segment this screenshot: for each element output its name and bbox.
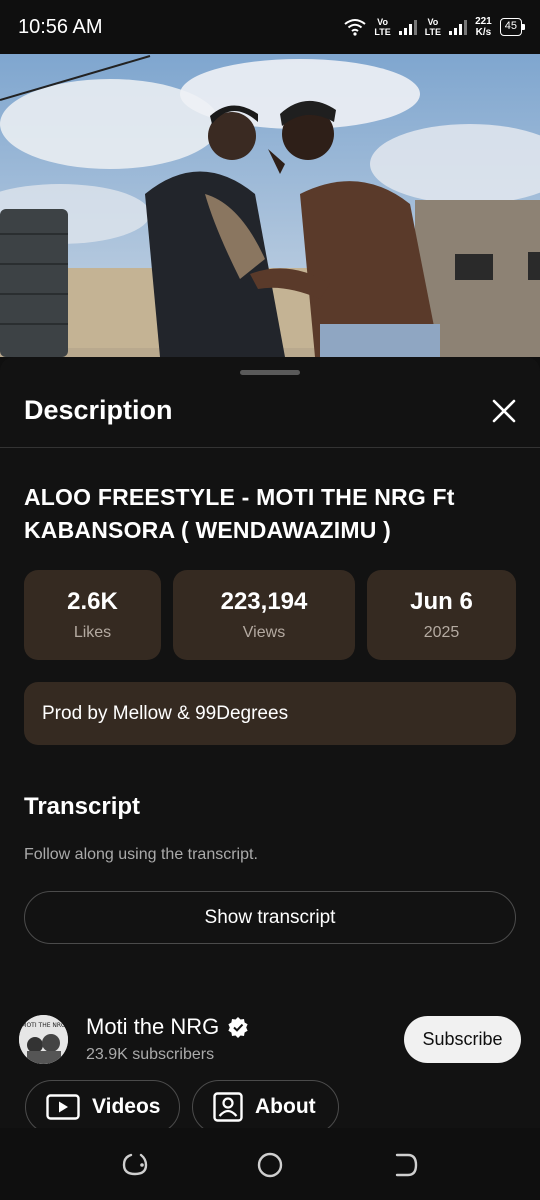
description-sheet: Description ALOO FREESTYLE - MOTI THE NR… [0,357,540,1200]
publish-date: Jun 6 [410,588,473,615]
status-bar: 10:56 AM Vo LTE Vo LTE 221 K/s 45 [0,0,540,54]
views-count: 223,194 [220,588,308,615]
videos-chip[interactable]: Videos [25,1080,180,1134]
video-title: ALOO FREESTYLE - MOTI THE NRG Ft KABANSO… [24,484,455,543]
transcript-hint: Follow along using the transcript. [24,846,258,863]
about-chip-label: About [255,1095,316,1118]
date-stat: Jun 6 2025 [367,570,516,660]
publish-year: 2025 [423,624,460,641]
channel-name-row[interactable]: Moti the NRG [86,1014,249,1040]
recents-icon [122,1153,148,1176]
back-button[interactable] [390,1150,420,1180]
subscriber-count: 23.9K subscribers [86,1046,215,1063]
home-button[interactable] [255,1150,285,1180]
description-text[interactable]: Prod by Mellow & 99Degrees [24,682,516,745]
subscribe-button[interactable]: Subscribe [404,1016,521,1063]
wifi-icon [344,19,366,36]
status-indicators: Vo LTE Vo LTE 221 K/s 45 [344,16,526,38]
close-icon [492,399,516,423]
transcript-title: Transcript [24,793,141,820]
back-icon [395,1153,418,1177]
avatar[interactable]: MOTI THE NRG [19,1015,68,1064]
likes-stat: 2.6K Likes [24,570,161,660]
sim2-network: Vo LTE [424,17,442,37]
avatar-logo-text: MOTI THE NRG [21,1022,66,1029]
sim2-signal-icon [449,19,468,35]
play-box-icon [46,1094,80,1120]
channel-avatar-image: MOTI THE NRG [19,1015,68,1064]
verified-icon [228,1017,248,1038]
status-time: 10:56 AM [18,15,103,38]
drag-handle[interactable] [240,370,300,375]
views-label: Views [242,624,286,641]
video-frame [0,54,540,357]
home-icon [257,1152,283,1178]
network-speed: 221 K/s [475,16,492,38]
likes-count: 2.6K [67,588,118,615]
close-button[interactable] [484,391,524,431]
views-stat: 223,194 Views [173,570,355,660]
show-transcript-button[interactable]: Show transcript [24,891,516,944]
battery-icon: 45 [499,18,526,36]
person-box-icon [213,1092,243,1122]
sim1-signal-icon [398,19,417,35]
video-player[interactable] [0,54,540,357]
sim1-network: Vo LTE [374,17,391,37]
system-nav-bar [0,1128,540,1200]
likes-label: Likes [73,624,112,641]
sheet-title: Description [24,395,173,425]
about-chip[interactable]: About [192,1080,339,1134]
divider [0,447,540,448]
channel-name: Moti the NRG [86,1014,220,1039]
recents-button[interactable] [120,1150,150,1180]
videos-chip-label: Videos [92,1095,161,1118]
